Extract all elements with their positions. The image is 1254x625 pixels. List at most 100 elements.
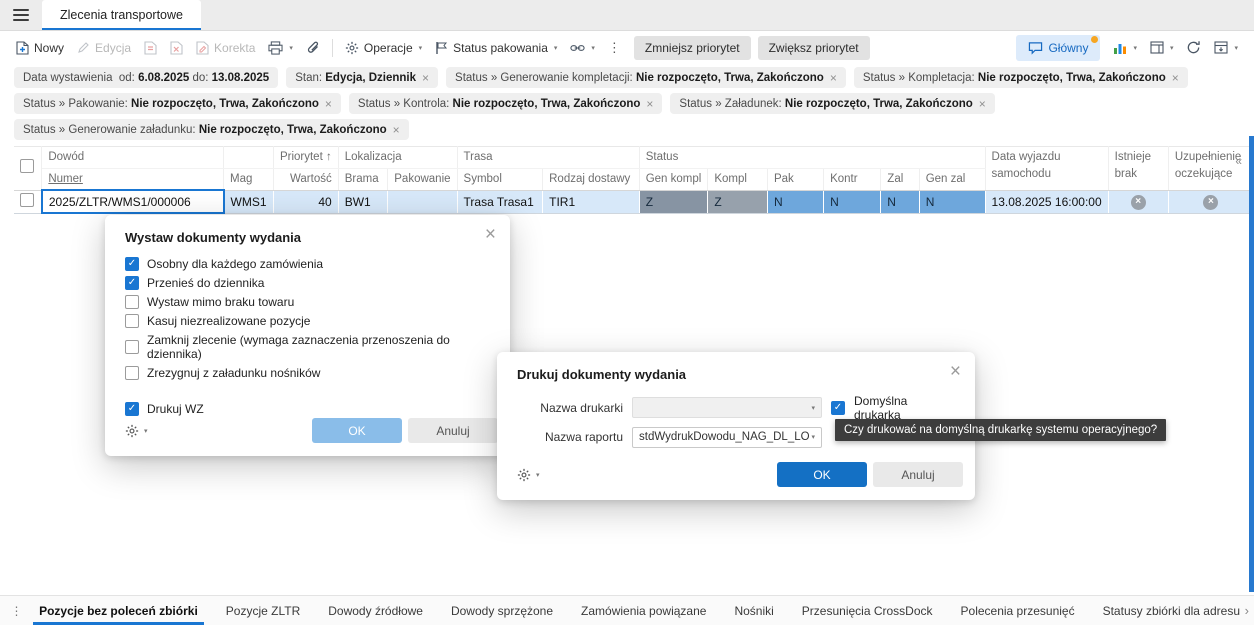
column-header-numer[interactable]: Numer: [41, 168, 225, 191]
chip-close-icon[interactable]: ×: [1172, 71, 1179, 85]
close-icon[interactable]: ×: [485, 225, 496, 244]
column-group-trasa[interactable]: Trasa: [457, 146, 640, 169]
dialog-option[interactable]: Wystaw mimo braku towaru: [105, 292, 510, 311]
bottom-tab-dowody-sprzężone[interactable]: Dowody sprzężone: [437, 596, 567, 625]
column-header-data_wyjazdu[interactable]: Data wyjazdu samochodu: [985, 146, 1109, 191]
cell-uzupelnienie[interactable]: ×: [1168, 190, 1254, 214]
column-header-symbol[interactable]: Symbol: [457, 168, 544, 191]
column-header-kompl[interactable]: Kompl: [707, 168, 768, 191]
grid-settings-button[interactable]: ▾: [1208, 35, 1244, 61]
chip-close-icon[interactable]: ×: [422, 71, 429, 85]
refresh-button[interactable]: [1180, 35, 1207, 61]
cell-data_wyjazdu[interactable]: 13.08.2025 16:00:00: [985, 190, 1109, 214]
checkbox-unchecked[interactable]: [125, 339, 139, 354]
select-all-checkbox[interactable]: [20, 158, 34, 173]
column-group-dowód[interactable]: Dowód: [41, 146, 225, 169]
table-row[interactable]: 2025/ZLTR/WMS1/000006 WMS1 40 BW1 Trasa Tras…: [14, 189, 1254, 215]
chip-close-icon[interactable]: ×: [325, 97, 332, 111]
close-icon[interactable]: ×: [950, 362, 961, 381]
column-header-pakowanie[interactable]: Pakowanie: [387, 168, 458, 191]
report-select[interactable]: stdWydrukDowodu_NAG_DL_LOK, ▾: [632, 426, 822, 448]
option-drukuj-wz[interactable]: ✓ Drukuj WZ: [105, 399, 510, 418]
cell-kontr[interactable]: N: [823, 190, 882, 214]
column-header-rodzaj_dostawy[interactable]: Rodzaj dostawy: [542, 168, 640, 191]
dots-vertical-icon[interactable]: ⋮: [8, 596, 25, 625]
bottom-tab-pozycje-zltr[interactable]: Pozycje ZLTR: [212, 596, 314, 625]
column-group-lokalizacja[interactable]: Lokalizacja: [338, 146, 458, 169]
bottom-tab-statusy-zbiórki-dla-adresu[interactable]: Statusy zbiórki dla adresu: [1089, 596, 1254, 625]
cell-gen_zal[interactable]: N: [919, 190, 986, 214]
printer-select[interactable]: ▾: [632, 397, 822, 418]
anuluj-button[interactable]: Anuluj: [408, 418, 498, 443]
glowny-button[interactable]: Główny: [1016, 34, 1101, 61]
cell-brama[interactable]: BW1: [338, 190, 389, 214]
chip-close-icon[interactable]: ×: [393, 123, 400, 137]
checkbox-checked[interactable]: ✓: [125, 401, 139, 416]
dialog-option[interactable]: Zrezygnuj z załadunku nośników: [105, 363, 510, 382]
bottom-tab-przesunięcia-crossdock[interactable]: Przesunięcia CrossDock: [788, 596, 947, 625]
bottom-tab-dowody-źródłowe[interactable]: Dowody źródłowe: [314, 596, 437, 625]
edycja-button[interactable]: Edycja: [71, 35, 137, 61]
chip-close-icon[interactable]: ×: [979, 97, 986, 111]
column-header-mag[interactable]: Mag: [223, 168, 274, 191]
right-panel-splitter[interactable]: [1249, 136, 1254, 592]
settings-gear-button[interactable]: ▾: [125, 424, 148, 438]
link-button[interactable]: ▾: [564, 35, 601, 61]
layout-button[interactable]: ▾: [1144, 35, 1180, 61]
cell-symbol[interactable]: Trasa Trasa1: [457, 190, 544, 214]
column-header-wartosc[interactable]: Wartość: [273, 168, 339, 191]
ok-button[interactable]: OK: [312, 418, 402, 443]
bottom-tab-polecenia-przesunięć[interactable]: Polecenia przesunięć: [947, 596, 1089, 625]
default-printer-checkbox[interactable]: ✓: [831, 400, 845, 415]
column-header-istnieje_brak[interactable]: Istnieje brak: [1108, 146, 1169, 191]
cell-istnieje_brak[interactable]: ×: [1108, 190, 1169, 214]
checkbox-checked[interactable]: ✓: [125, 256, 139, 271]
column-header-pak[interactable]: Pak: [767, 168, 825, 191]
nowy-button[interactable]: Nowy: [10, 35, 70, 61]
column-group-priorytet[interactable]: Priorytet ↑: [273, 146, 339, 169]
bottom-tab-pozycje-bez-poleceń-zbiórki[interactable]: Pozycje bez poleceń zbiórki: [25, 596, 212, 625]
column-header-brama[interactable]: Brama: [338, 168, 389, 191]
column-group-status[interactable]: Status: [639, 146, 986, 169]
cell-pak[interactable]: N: [767, 190, 825, 214]
column-header-kontr[interactable]: Kontr: [823, 168, 882, 191]
cell-mag[interactable]: WMS1: [223, 190, 274, 214]
checkbox-unchecked[interactable]: [125, 313, 139, 328]
dialog-option[interactable]: Kasuj niezrealizowane pozycje: [105, 311, 510, 330]
delete-document-button[interactable]: [164, 35, 189, 61]
copy-document-button[interactable]: [138, 35, 163, 61]
operacje-button[interactable]: Operacje ▾: [339, 35, 428, 61]
row-checkbox[interactable]: [20, 193, 35, 208]
chip-close-icon[interactable]: ×: [830, 71, 837, 85]
bottom-tab-nośniki[interactable]: Nośniki: [720, 596, 787, 625]
cell-zal[interactable]: N: [880, 190, 920, 214]
column-header-gen_zal[interactable]: Gen zal: [919, 168, 986, 191]
attachment-button[interactable]: [300, 35, 326, 61]
checkbox-checked[interactable]: ✓: [125, 275, 139, 290]
column-group-none[interactable]: [223, 146, 274, 169]
korekta-button[interactable]: Korekta: [190, 35, 261, 61]
cell-rodzaj_dostawy[interactable]: TIR1: [542, 190, 640, 214]
chart-button[interactable]: ▾: [1107, 35, 1143, 61]
cell-wartosc[interactable]: 40: [273, 190, 339, 214]
chip-close-icon[interactable]: ×: [646, 97, 653, 111]
zmniejsz-priorytet-button[interactable]: Zmniejsz priorytet: [633, 35, 751, 60]
status-pakowania-button[interactable]: Status pakowania ▾: [429, 35, 563, 61]
checkbox-unchecked[interactable]: [125, 294, 139, 309]
column-header-zal[interactable]: Zal: [880, 168, 920, 191]
bottom-tab-zamówienia-powiązane[interactable]: Zamówienia powiązane: [567, 596, 720, 625]
dialog-option[interactable]: ✓ Przenieś do dziennika: [105, 273, 510, 292]
cell-kompl[interactable]: Z: [707, 190, 768, 214]
more-options-button[interactable]: ⋮: [602, 35, 627, 61]
print-button[interactable]: ▾: [262, 35, 299, 61]
dialog-option[interactable]: Zamknij zlecenie (wymaga zaznaczenia prz…: [105, 330, 510, 363]
tab-zlecenia-transportowe[interactable]: Zlecenia transportowe: [42, 0, 201, 30]
cell-gen_kompl[interactable]: Z: [639, 190, 709, 214]
anuluj-button[interactable]: Anuluj: [873, 462, 963, 487]
ok-button[interactable]: OK: [777, 462, 867, 487]
collapse-panel-icon[interactable]: «: [1235, 154, 1242, 168]
zwieksz-priorytet-button[interactable]: Zwiększ priorytet: [757, 35, 870, 60]
column-header-gen_kompl[interactable]: Gen kompl: [639, 168, 709, 191]
cell-numer[interactable]: 2025/ZLTR/WMS1/000006: [40, 189, 225, 215]
hamburger-menu-icon[interactable]: [0, 0, 42, 30]
